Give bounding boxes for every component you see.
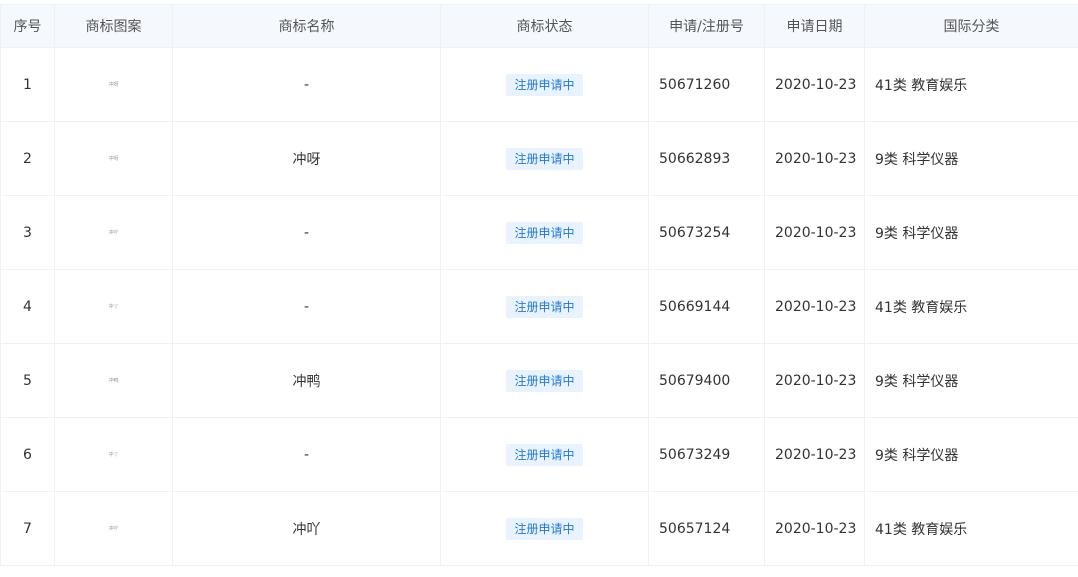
row-name[interactable]: - [172, 269, 441, 344]
status-badge: 注册申请中 [506, 443, 583, 466]
row-reg-no[interactable]: 50669144 [648, 269, 765, 344]
row-status-cell: 注册申请中 [440, 121, 649, 196]
row-name[interactable]: 冲吖 [172, 491, 441, 566]
row-logo-cell[interactable]: 冲呀 [54, 47, 173, 122]
trademark-table-container: 序号 商标图案 商标名称 商标状态 申请/注册号 申请日期 国际分类 1 冲呀 … [0, 4, 1078, 566]
row-class: 9类 科学仪器 [864, 195, 1078, 270]
row-logo-cell[interactable]: 冲丫 [54, 417, 173, 492]
row-name[interactable]: - [172, 195, 441, 270]
row-logo-cell[interactable]: 冲吖 [54, 491, 173, 566]
row-index: 1 [0, 47, 55, 122]
table-row[interactable]: 7 冲吖 冲吖 注册申请中 50657124 2020-10-23 41类 教育… [0, 491, 1078, 566]
status-badge: 注册申请中 [506, 369, 583, 392]
table-row[interactable]: 2 冲呀 冲呀 注册申请中 50662893 2020-10-23 9类 科学仪… [0, 121, 1078, 196]
status-badge: 注册申请中 [506, 73, 583, 96]
table-row[interactable]: 3 冲吖 - 注册申请中 50673254 2020-10-23 9类 科学仪器 [0, 195, 1078, 270]
trademark-table: 序号 商标图案 商标名称 商标状态 申请/注册号 申请日期 国际分类 1 冲呀 … [0, 4, 1078, 566]
row-reg-no[interactable]: 50671260 [648, 47, 765, 122]
row-status-cell: 注册申请中 [440, 343, 649, 418]
row-status-cell: 注册申请中 [440, 417, 649, 492]
header-status[interactable]: 商标状态 [440, 4, 649, 48]
row-status-cell: 注册申请中 [440, 47, 649, 122]
trademark-logo-image[interactable]: 冲呀 [86, 145, 142, 173]
row-index: 7 [0, 491, 55, 566]
table-row[interactable]: 6 冲丫 - 注册申请中 50673249 2020-10-23 9类 科学仪器 [0, 417, 1078, 492]
row-name[interactable]: - [172, 47, 441, 122]
status-badge: 注册申请中 [506, 517, 583, 540]
row-class: 41类 教育娱乐 [864, 47, 1078, 122]
status-badge: 注册申请中 [506, 221, 583, 244]
status-badge: 注册申请中 [506, 295, 583, 318]
row-reg-no[interactable]: 50673249 [648, 417, 765, 492]
header-class[interactable]: 国际分类 [864, 4, 1078, 48]
trademark-logo-image[interactable]: 冲吖 [86, 515, 142, 543]
table-row[interactable]: 1 冲呀 - 注册申请中 50671260 2020-10-23 41类 教育娱… [0, 47, 1078, 122]
header-index[interactable]: 序号 [0, 4, 55, 48]
row-date: 2020-10-23 [764, 343, 865, 418]
row-reg-no[interactable]: 50657124 [648, 491, 765, 566]
table-header-row: 序号 商标图案 商标名称 商标状态 申请/注册号 申请日期 国际分类 [0, 4, 1078, 48]
row-class: 9类 科学仪器 [864, 417, 1078, 492]
row-name[interactable]: 冲鸭 [172, 343, 441, 418]
header-date[interactable]: 申请日期 [764, 4, 865, 48]
row-status-cell: 注册申请中 [440, 491, 649, 566]
status-badge: 注册申请中 [506, 147, 583, 170]
trademark-logo-image[interactable]: 冲呀 [86, 71, 142, 99]
header-reg-no[interactable]: 申请/注册号 [648, 4, 765, 48]
row-date: 2020-10-23 [764, 491, 865, 566]
row-class: 9类 科学仪器 [864, 121, 1078, 196]
table-row[interactable]: 4 冲丫 - 注册申请中 50669144 2020-10-23 41类 教育娱… [0, 269, 1078, 344]
row-index: 4 [0, 269, 55, 344]
trademark-logo-image[interactable]: 冲吖 [86, 219, 142, 247]
header-logo[interactable]: 商标图案 [54, 4, 173, 48]
trademark-logo-image[interactable]: 冲鸭 [86, 367, 142, 395]
row-reg-no[interactable]: 50679400 [648, 343, 765, 418]
row-class: 41类 教育娱乐 [864, 491, 1078, 566]
row-logo-cell[interactable]: 冲丫 [54, 269, 173, 344]
row-index: 3 [0, 195, 55, 270]
row-date: 2020-10-23 [764, 47, 865, 122]
row-reg-no[interactable]: 50673254 [648, 195, 765, 270]
row-name[interactable]: - [172, 417, 441, 492]
trademark-logo-image[interactable]: 冲丫 [86, 293, 142, 321]
row-class: 41类 教育娱乐 [864, 269, 1078, 344]
row-date: 2020-10-23 [764, 417, 865, 492]
row-status-cell: 注册申请中 [440, 269, 649, 344]
header-name[interactable]: 商标名称 [172, 4, 441, 48]
row-class: 9类 科学仪器 [864, 343, 1078, 418]
row-logo-cell[interactable]: 冲呀 [54, 121, 173, 196]
row-date: 2020-10-23 [764, 121, 865, 196]
row-status-cell: 注册申请中 [440, 195, 649, 270]
row-date: 2020-10-23 [764, 269, 865, 344]
row-date: 2020-10-23 [764, 195, 865, 270]
row-name[interactable]: 冲呀 [172, 121, 441, 196]
row-logo-cell[interactable]: 冲鸭 [54, 343, 173, 418]
row-reg-no[interactable]: 50662893 [648, 121, 765, 196]
row-index: 5 [0, 343, 55, 418]
trademark-logo-image[interactable]: 冲丫 [86, 441, 142, 469]
row-index: 2 [0, 121, 55, 196]
row-index: 6 [0, 417, 55, 492]
row-logo-cell[interactable]: 冲吖 [54, 195, 173, 270]
table-row[interactable]: 5 冲鸭 冲鸭 注册申请中 50679400 2020-10-23 9类 科学仪… [0, 343, 1078, 418]
